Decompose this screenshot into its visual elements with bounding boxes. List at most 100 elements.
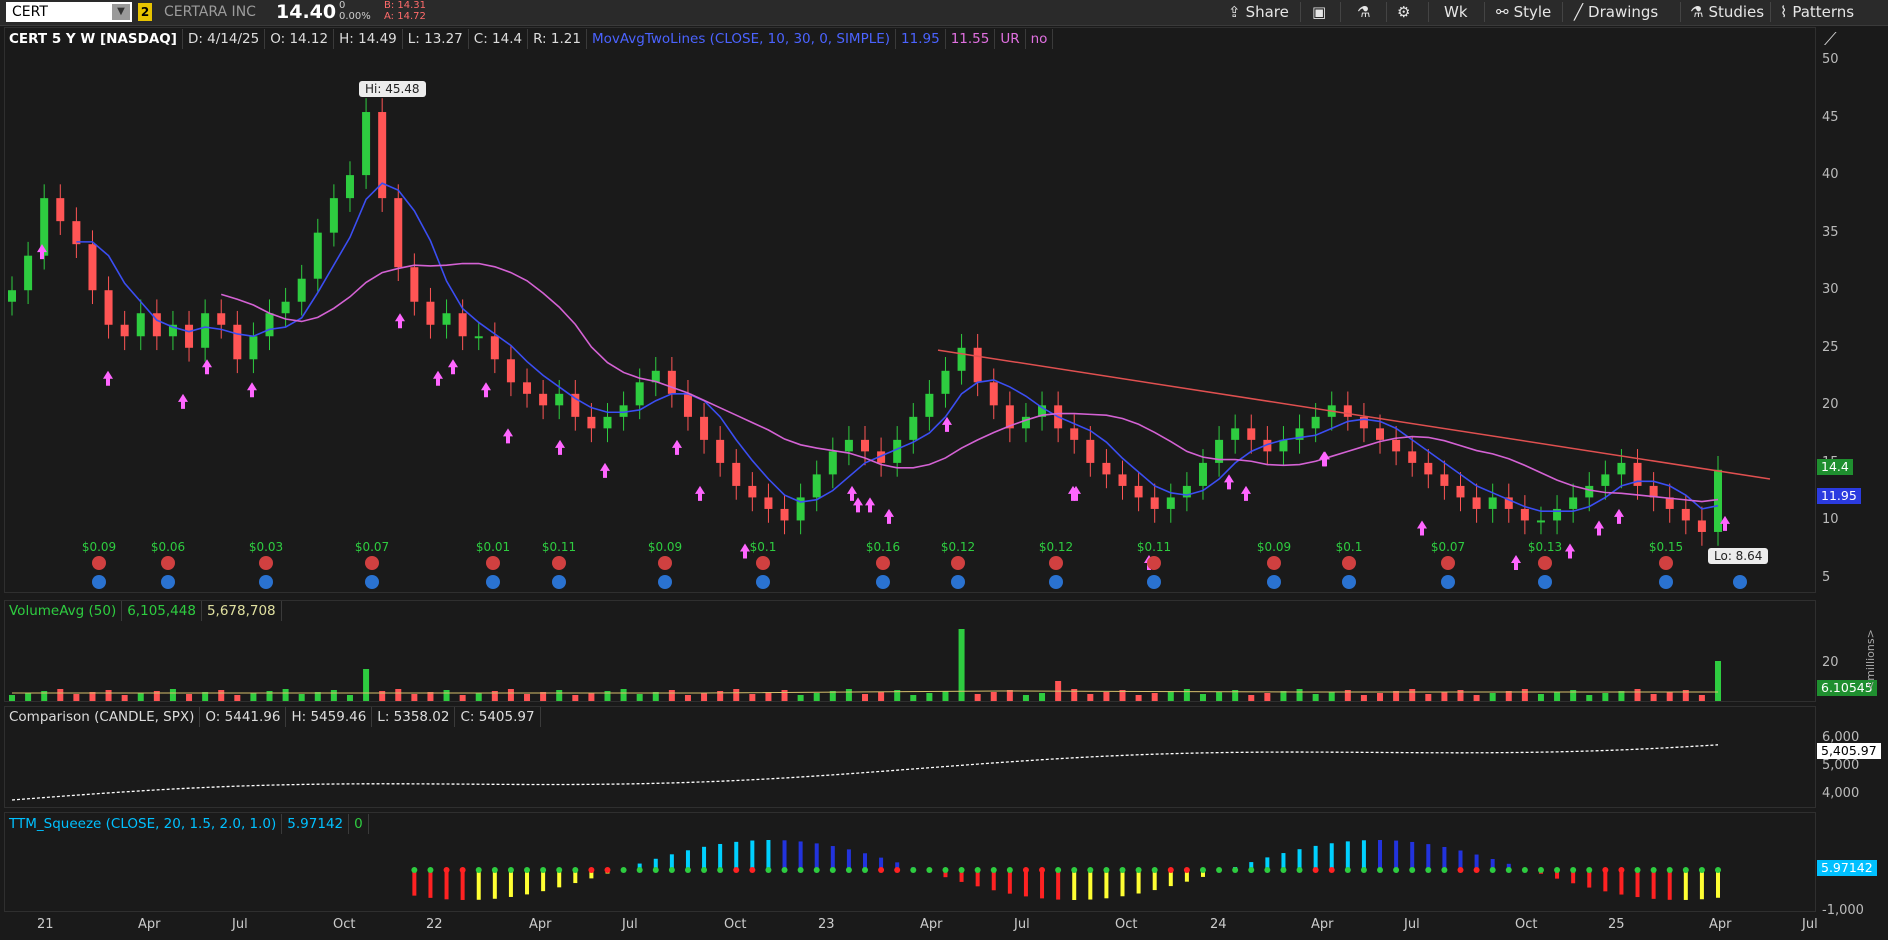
dividend-icon (161, 575, 175, 589)
squeeze-bar (750, 840, 755, 870)
candle-body (345, 175, 354, 199)
volume-bar (958, 629, 965, 701)
squeeze-dot (620, 867, 627, 873)
candle-body (732, 462, 741, 486)
candle-body (1166, 497, 1175, 509)
dividend-icon (1659, 575, 1673, 589)
squeeze-bar (1313, 845, 1318, 870)
squeeze-bar (1619, 870, 1624, 895)
volume-bar (459, 695, 466, 701)
candle-body (1247, 428, 1256, 440)
volume-bar (588, 693, 595, 701)
signal-arrow-icon (1594, 520, 1604, 536)
candle-body (812, 474, 821, 498)
volume-bar (1216, 692, 1223, 701)
candle-body (1070, 428, 1079, 440)
squeeze-dot (475, 867, 482, 873)
squeeze-bar (1345, 841, 1350, 870)
squeeze-dot (1554, 867, 1561, 873)
squeeze-bar (1683, 870, 1688, 900)
squeeze-dot (1344, 867, 1351, 873)
squeeze-dot (974, 867, 981, 873)
squeeze-dot (701, 867, 708, 873)
squeeze-bar (991, 870, 996, 891)
candle-body (297, 278, 306, 302)
trend-line (937, 349, 1771, 480)
volume-bar (1264, 693, 1271, 701)
earnings-icon (1267, 556, 1281, 570)
squeeze-dot (749, 867, 756, 873)
squeeze-bar (1394, 840, 1399, 870)
candle-body (941, 370, 950, 394)
squeeze-dot (427, 867, 434, 873)
candle-body (1343, 405, 1352, 417)
earnings-icon (92, 556, 106, 570)
volume-bar (57, 689, 64, 701)
signal-arrow-icon (1565, 543, 1575, 559)
squeeze-dot (1183, 867, 1190, 873)
volume-bar (186, 694, 193, 701)
volume-bar (684, 695, 691, 701)
squeeze-dot (1425, 867, 1432, 873)
squeeze-bar (1442, 846, 1447, 870)
volume-bar (636, 694, 643, 701)
signal-arrow-icon (1224, 474, 1234, 490)
squeeze-dot (684, 867, 691, 873)
candle-body (1376, 428, 1385, 440)
squeeze-bar (1136, 870, 1141, 894)
volume-bar (105, 690, 112, 701)
squeeze-dot (459, 867, 466, 873)
squeeze-bar (782, 840, 787, 870)
candle-body (587, 416, 596, 429)
volume-bar (990, 692, 997, 701)
candle-body (217, 313, 226, 325)
squeeze-dot (1586, 867, 1593, 873)
candle-body (474, 336, 483, 339)
candle-body (539, 393, 548, 406)
squeeze-bar (1152, 870, 1157, 891)
dividend-icon (1267, 575, 1281, 589)
volume-bar (73, 694, 80, 701)
candle-body (764, 497, 773, 509)
squeeze-dot (1167, 867, 1174, 873)
dividend-icon (486, 575, 500, 589)
squeeze-dot (1199, 867, 1206, 873)
volume-bar (733, 689, 740, 701)
signal-arrow-icon (740, 543, 750, 559)
candle-body (844, 439, 853, 452)
dividend-icon (365, 575, 379, 589)
candle-body (120, 324, 129, 337)
squeeze-dot (1296, 867, 1303, 873)
candle-body (458, 313, 467, 337)
squeeze-dot (524, 867, 531, 873)
volume-bar (1634, 689, 1641, 701)
candle-body (555, 393, 564, 406)
volume-bar (1425, 694, 1432, 701)
volume-bar (620, 689, 627, 701)
volume-bar (169, 689, 176, 701)
squeeze-dot (1377, 867, 1384, 873)
earnings-value: $0.1 (750, 540, 777, 554)
volume-bar (910, 695, 917, 701)
squeeze-bar (702, 846, 707, 870)
squeeze-bar (1023, 870, 1028, 897)
squeeze-dot (1360, 867, 1367, 873)
candle-body (1102, 462, 1111, 475)
volume-bar (1554, 692, 1561, 701)
dividend-icon (1733, 575, 1747, 589)
squeeze-bar (1120, 870, 1125, 897)
dividend-icon (1538, 575, 1552, 589)
dividend-icon (1049, 575, 1063, 589)
earnings-value: $0.07 (1431, 540, 1465, 554)
volume-bar (1473, 695, 1480, 701)
candle-body (1456, 485, 1465, 498)
squeeze-dot (1441, 867, 1448, 873)
signal-arrow-icon (395, 313, 405, 329)
volume-bar (1006, 690, 1013, 701)
volume-bar (878, 692, 885, 701)
candle-body (700, 416, 709, 440)
volume-bar (1602, 693, 1609, 701)
signal-arrow-icon (672, 439, 682, 455)
spx-line (11, 744, 1719, 801)
volume-bar (1087, 694, 1094, 701)
